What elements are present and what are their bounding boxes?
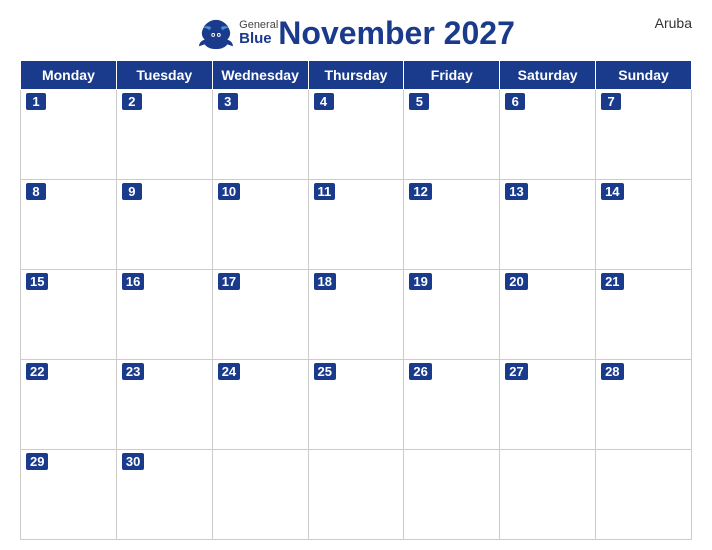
day-number: 29: [26, 453, 48, 470]
calendar-day-cell: 10: [212, 180, 308, 270]
day-number: 8: [26, 183, 46, 200]
logo-blue: Blue: [239, 31, 278, 48]
weekday-header: Sunday: [596, 61, 692, 90]
calendar-day-cell: 16: [116, 270, 212, 360]
calendar-day-cell: 22: [21, 360, 117, 450]
calendar-day-cell: 1: [21, 90, 117, 180]
calendar-day-cell: 21: [596, 270, 692, 360]
calendar-header-row: MondayTuesdayWednesdayThursdayFridaySatu…: [21, 61, 692, 90]
day-number: 30: [122, 453, 144, 470]
day-number: 9: [122, 183, 142, 200]
day-number: 15: [26, 273, 48, 290]
calendar-day-cell: 7: [596, 90, 692, 180]
day-number: 4: [314, 93, 334, 110]
calendar-day-cell: 27: [500, 360, 596, 450]
calendar-day-cell: 26: [404, 360, 500, 450]
calendar-day-cell: [212, 450, 308, 540]
calendar-week-row: 1 2 3 4 5 6 7: [21, 90, 692, 180]
calendar-day-cell: 19: [404, 270, 500, 360]
calendar-day-cell: [308, 450, 404, 540]
country-label: Aruba: [655, 15, 692, 31]
calendar-week-row: 15 16 17 18 19 20 21: [21, 270, 692, 360]
day-number: 23: [122, 363, 144, 380]
calendar-day-cell: 29: [21, 450, 117, 540]
calendar-day-cell: 11: [308, 180, 404, 270]
calendar-day-cell: 25: [308, 360, 404, 450]
day-number: 14: [601, 183, 623, 200]
calendar-day-cell: 2: [116, 90, 212, 180]
calendar-day-cell: 12: [404, 180, 500, 270]
calendar-day-cell: [596, 450, 692, 540]
day-number: 18: [314, 273, 336, 290]
calendar-table: MondayTuesdayWednesdayThursdayFridaySatu…: [20, 60, 692, 540]
calendar-day-cell: 24: [212, 360, 308, 450]
calendar-day-cell: 8: [21, 180, 117, 270]
calendar-day-cell: 23: [116, 360, 212, 450]
calendar-day-cell: 14: [596, 180, 692, 270]
day-number: 12: [409, 183, 431, 200]
calendar-body: 1234567891011121314151617181920212223242…: [21, 90, 692, 540]
calendar-day-cell: 30: [116, 450, 212, 540]
calendar-day-cell: 4: [308, 90, 404, 180]
calendar-day-cell: 20: [500, 270, 596, 360]
day-number: 11: [314, 183, 336, 200]
weekday-header: Friday: [404, 61, 500, 90]
weekday-header: Monday: [21, 61, 117, 90]
calendar-day-cell: 15: [21, 270, 117, 360]
calendar-day-cell: 13: [500, 180, 596, 270]
day-number: 22: [26, 363, 48, 380]
day-number: 16: [122, 273, 144, 290]
calendar-day-cell: [500, 450, 596, 540]
calendar-title: November 2027: [278, 15, 515, 52]
day-number: 26: [409, 363, 431, 380]
logo-icon: [197, 18, 235, 50]
day-number: 27: [505, 363, 527, 380]
calendar-day-cell: 17: [212, 270, 308, 360]
calendar-week-row: 22 23 24 25 26 27 28: [21, 360, 692, 450]
weekday-header: Thursday: [308, 61, 404, 90]
weekday-header: Saturday: [500, 61, 596, 90]
day-number: 25: [314, 363, 336, 380]
day-number: 10: [218, 183, 240, 200]
calendar-day-cell: [404, 450, 500, 540]
calendar-day-cell: 5: [404, 90, 500, 180]
calendar-day-cell: 18: [308, 270, 404, 360]
calendar-week-row: 8 9 10 11 12 13 14: [21, 180, 692, 270]
day-number: 7: [601, 93, 621, 110]
logo: General Blue: [197, 18, 278, 50]
day-number: 3: [218, 93, 238, 110]
day-number: 19: [409, 273, 431, 290]
calendar-header: General Blue November 2027 Aruba: [20, 10, 692, 52]
weekday-header: Tuesday: [116, 61, 212, 90]
calendar-day-cell: 9: [116, 180, 212, 270]
day-number: 28: [601, 363, 623, 380]
day-number: 2: [122, 93, 142, 110]
weekday-header: Wednesday: [212, 61, 308, 90]
calendar-day-cell: 3: [212, 90, 308, 180]
calendar-day-cell: 28: [596, 360, 692, 450]
day-number: 13: [505, 183, 527, 200]
day-number: 6: [505, 93, 525, 110]
calendar-week-row: 29 30: [21, 450, 692, 540]
day-number: 20: [505, 273, 527, 290]
day-number: 17: [218, 273, 240, 290]
day-number: 21: [601, 273, 623, 290]
day-number: 5: [409, 93, 429, 110]
logo-text: General Blue: [239, 19, 278, 48]
calendar-day-cell: 6: [500, 90, 596, 180]
day-number: 24: [218, 363, 240, 380]
day-number: 1: [26, 93, 46, 110]
